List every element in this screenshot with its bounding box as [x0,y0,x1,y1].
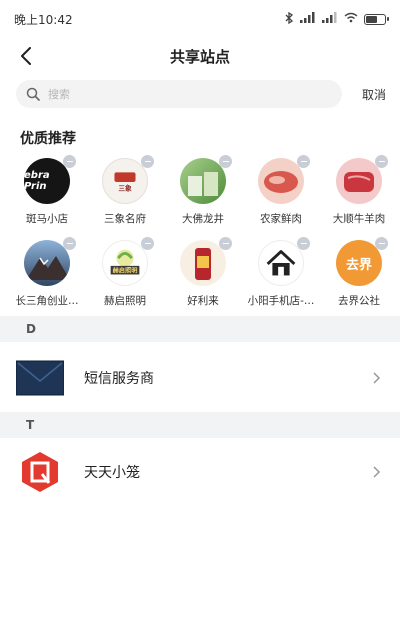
remove-badge-icon[interactable] [63,237,76,250]
recommend-item[interactable]: 大佛龙井 [164,155,242,226]
recommend-item[interactable]: 长三角创业… [8,237,86,308]
recommend-item[interactable]: 三象 三象名府 [86,155,164,226]
search-icon [26,87,40,101]
nav-bar: 共享站点 [0,38,400,74]
page-title: 共享站点 [169,47,230,66]
section-header-d: D [0,316,400,342]
back-arrow-icon [21,47,31,65]
sms-provider-logo [16,359,64,397]
bluetooth-icon [285,11,294,27]
remove-badge-icon[interactable] [141,155,154,168]
recommend-item[interactable]: 小阳手机店-… [242,237,320,308]
battery-icon [364,13,389,25]
recommend-item[interactable]: 大顺牛羊肉 [320,155,398,226]
recommend-item[interactable]: 赫启照明 赫启照明 [86,237,164,308]
remove-badge-icon[interactable] [141,237,154,250]
store-label: 农家鲜肉 [260,213,302,225]
recommend-item[interactable]: 好利来 [164,237,242,308]
recommend-item[interactable]: ebra Prin 斑马小店 [8,155,86,226]
tiantian-logo [16,452,64,492]
recommend-item[interactable]: 去界 去界公社 [320,237,398,308]
remove-badge-icon[interactable] [375,155,388,168]
status-time: 晚上10:42 [14,12,73,27]
list-item-label: 天天小笼 [84,465,140,481]
store-label: 斑马小店 [26,213,68,225]
search-input[interactable] [48,87,288,101]
search-row: 取消 [16,80,386,108]
list-item-sms-provider[interactable]: 短信服务商 [0,344,400,412]
back-button[interactable] [12,42,40,70]
remove-badge-icon[interactable] [219,237,232,250]
remove-badge-icon[interactable] [297,155,310,168]
section-header-t: T [0,412,400,438]
list-item-tiantian[interactable]: 天天小笼 [0,438,400,506]
store-label: 三象名府 [104,213,146,225]
signal-icon [300,12,316,26]
store-label: 大顺牛羊肉 [332,213,386,225]
recommend-grid: ebra Prin 斑马小店 三象 三象名府 大佛龙井 农家鲜肉 大顺牛羊肉 长… [8,155,400,308]
status-icons [285,11,389,27]
wifi-icon [344,12,358,26]
house-icon [266,250,296,276]
chevron-right-icon [370,371,384,385]
store-label: 大佛龙井 [182,213,224,225]
chevron-right-icon [370,465,384,479]
remove-badge-icon[interactable] [219,155,232,168]
signal-icon-2 [322,12,338,26]
remove-badge-icon[interactable] [375,237,388,250]
recommend-item[interactable]: 农家鲜肉 [242,155,320,226]
list-item-label: 短信服务商 [84,371,154,387]
store-label: 去界公社 [338,295,380,307]
status-bar: 晚上10:42 [0,0,400,38]
cancel-button[interactable]: 取消 [342,86,386,103]
search-box[interactable] [16,80,342,108]
store-logo-text: 三象 [118,184,132,193]
recommend-title: 优质推荐 [20,131,76,147]
store-logo-text: 赫启照明 [113,267,138,275]
remove-badge-icon[interactable] [297,237,310,250]
store-label: 长三角创业… [15,295,79,307]
store-label: 小阳手机店-… [247,295,315,307]
remove-badge-icon[interactable] [63,155,76,168]
store-label: 好利来 [187,295,219,307]
store-label: 赫启照明 [104,295,146,307]
